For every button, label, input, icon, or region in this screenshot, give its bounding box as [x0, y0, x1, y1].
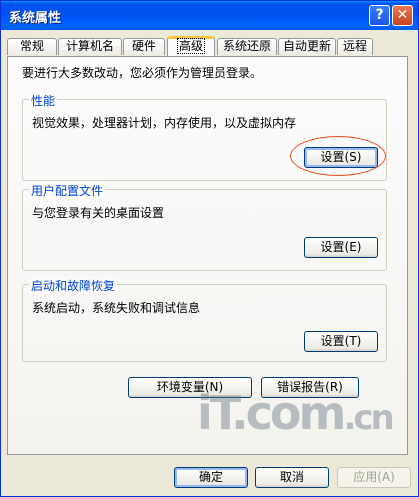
help-button[interactable]: ? — [369, 5, 390, 26]
tab-remote[interactable]: 远程 — [337, 38, 373, 55]
group-description: 视觉效果，处理器计划，内存使用，以及虚拟内存 — [32, 116, 297, 130]
group-description: 与您登录有关的桌面设置 — [32, 206, 165, 220]
close-button[interactable]: ✕ — [392, 5, 413, 26]
tab-auto-update[interactable]: 自动更新 — [278, 38, 336, 55]
apply-button[interactable]: 应用(A) — [337, 467, 411, 488]
title-bar[interactable]: 系统属性 ? ✕ — [1, 1, 418, 30]
profiles-settings-button[interactable]: 设置(E) — [304, 237, 378, 258]
tab-advanced[interactable]: 高级 — [167, 36, 215, 56]
tab-computer-name[interactable]: 计算机名 — [58, 38, 122, 55]
tab-system-restore[interactable]: 系统还原 — [217, 38, 277, 55]
tab-general[interactable]: 常规 — [7, 38, 57, 55]
cancel-button[interactable]: 取消 — [255, 467, 329, 488]
ok-button[interactable]: 确定 — [174, 467, 248, 488]
tab-hardware[interactable]: 硬件 — [123, 38, 165, 55]
group-label: 用户配置文件 — [29, 182, 106, 199]
system-properties-window: 系统属性 ? ✕ 常规 计算机名 硬件 高级 系统还原 自动更新 远程 要进行大… — [0, 0, 419, 497]
startup-recovery-group: 启动和故障恢复 系统启动，系统失败和调试信息 设置(T) — [22, 277, 387, 362]
group-label: 性能 — [29, 92, 58, 109]
highlight-circle — [290, 136, 386, 176]
user-profiles-group: 用户配置文件 与您登录有关的桌面设置 设置(E) — [22, 182, 387, 271]
group-description: 系统启动，系统失败和调试信息 — [32, 301, 201, 315]
admin-notice: 要进行大多数改动，您必须作为管理员登录。 — [22, 66, 263, 80]
group-label: 启动和故障恢复 — [29, 277, 118, 294]
window-title: 系统属性 — [9, 11, 62, 26]
startup-settings-button[interactable]: 设置(T) — [304, 331, 378, 352]
watermark-logo: iT.com.cn — [197, 386, 395, 440]
